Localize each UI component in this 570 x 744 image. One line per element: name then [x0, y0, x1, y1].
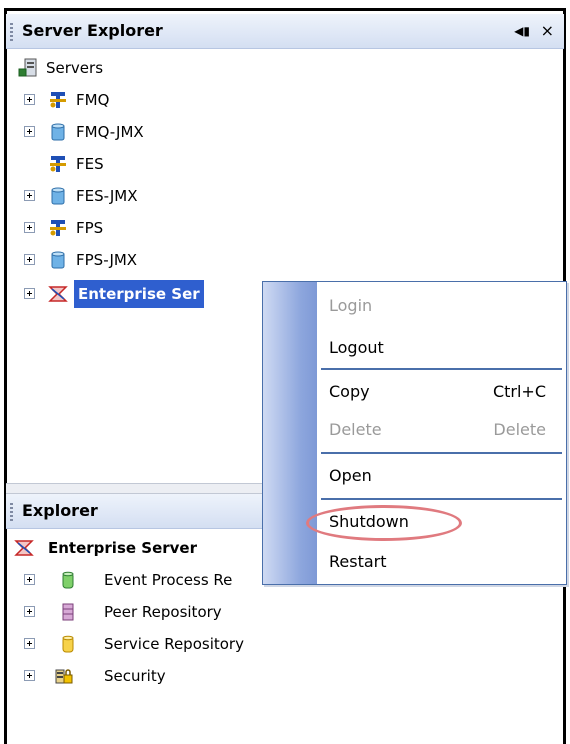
tree-label: Servers [46, 59, 104, 77]
tree-label: Event Process Re [104, 571, 233, 589]
expand-icon[interactable] [24, 670, 35, 681]
menu-label: Logout [329, 338, 384, 357]
shutdown-highlight-ring [306, 505, 462, 541]
tree-label: Service Repository [104, 635, 244, 653]
expand-icon[interactable] [24, 126, 35, 137]
tree-item-fmq[interactable]: FMQ [24, 86, 224, 114]
menu-label: Restart [329, 552, 387, 571]
tree-item-fes-jmx[interactable]: FES-JMX [24, 182, 224, 210]
tree-label-selected: Enterprise Ser [74, 280, 204, 308]
expand-icon[interactable] [24, 254, 35, 265]
enterprise-server-icon [14, 540, 34, 556]
menu-separator [321, 498, 562, 500]
drag-grip-icon[interactable] [10, 503, 13, 521]
explorer-item-peer-repository[interactable]: Peer Repository [24, 598, 324, 626]
security-icon [55, 669, 73, 684]
tree-label: FPS-JMX [76, 251, 138, 269]
menu-shortcut: Delete [493, 420, 546, 439]
tree-label: FMQ [76, 91, 110, 109]
cylinder-server-icon [51, 187, 65, 205]
explorer-item-security[interactable]: Security [24, 662, 324, 690]
server-gear-icon [50, 156, 66, 172]
menu-item-restart[interactable]: Restart [329, 544, 546, 580]
expand-icon[interactable] [24, 190, 35, 201]
menu-separator [321, 452, 562, 454]
expand-icon[interactable] [24, 606, 35, 617]
cylinder-server-icon [51, 251, 65, 269]
menu-label: Login [329, 296, 373, 315]
explorer-item-event-process-repository[interactable]: Event Process Re [24, 566, 264, 594]
pin-icon[interactable]: ◀▮ [514, 14, 530, 48]
tree-item-fps-jmx[interactable]: FPS-JMX [24, 246, 224, 274]
tree-label: FPS [76, 219, 104, 237]
green-cylinder-icon [62, 571, 74, 589]
menu-gutter [263, 282, 317, 584]
menu-item-login[interactable]: Login [329, 288, 546, 324]
server-gear-icon [50, 92, 66, 108]
expand-icon[interactable] [24, 222, 35, 233]
drag-grip-icon[interactable] [10, 23, 13, 41]
tree-label: FMQ-JMX [76, 123, 144, 141]
expand-icon[interactable] [24, 288, 35, 299]
menu-label: Copy [329, 382, 370, 401]
cylinder-server-icon [51, 123, 65, 141]
menu-label: Open [329, 466, 372, 485]
enterprise-server-icon [48, 286, 68, 302]
tree-label: Enterprise Server [48, 539, 197, 557]
expand-icon[interactable] [24, 94, 35, 105]
tree-label: FES-JMX [76, 187, 138, 205]
close-icon[interactable]: × [541, 14, 554, 48]
purple-stack-icon [62, 603, 74, 621]
expand-icon[interactable] [24, 574, 35, 585]
tree-label: Peer Repository [104, 603, 222, 621]
server-explorer-header: Server Explorer ◀▮ × [6, 14, 564, 49]
menu-label: Delete [329, 420, 382, 439]
menu-item-open[interactable]: Open [329, 458, 546, 494]
tree-label: FES [76, 155, 104, 173]
menu-shortcut: Ctrl+C [492, 382, 546, 401]
explorer-item-service-repository[interactable]: Service Repository [24, 630, 324, 658]
tree-label: Security [104, 667, 166, 685]
tree-item-fmq-jmx[interactable]: FMQ-JMX [24, 118, 224, 146]
menu-separator [321, 368, 562, 370]
tree-item-fps[interactable]: FPS [24, 214, 224, 242]
panel-title: Server Explorer [22, 21, 163, 40]
menu-item-delete[interactable]: Delete Delete [329, 412, 546, 448]
tree-item-fes[interactable]: FES [24, 150, 224, 178]
server-gear-icon [50, 220, 66, 236]
menu-item-copy[interactable]: Copy Ctrl+C [329, 374, 546, 410]
servers-root-icon [18, 58, 37, 77]
expand-icon[interactable] [24, 638, 35, 649]
yellow-cylinder-icon [62, 635, 74, 653]
menu-item-logout[interactable]: Logout [329, 330, 546, 366]
panel-title: Explorer [22, 501, 98, 520]
